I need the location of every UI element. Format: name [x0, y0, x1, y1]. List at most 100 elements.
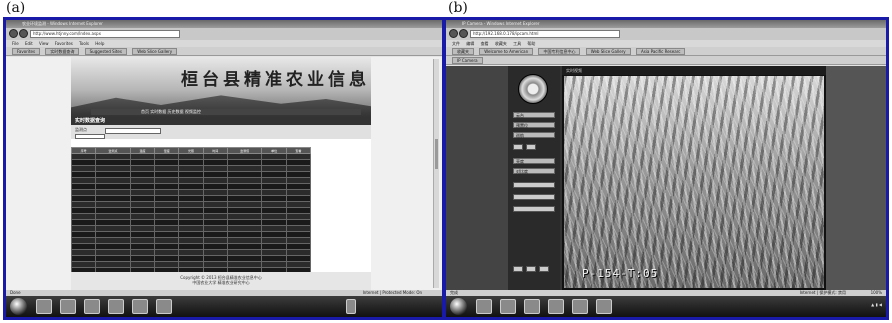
ie-taskbar-icon[interactable]: [476, 299, 492, 314]
start-button[interactable]: [10, 298, 27, 315]
favorite-link-2[interactable]: Suggested Sites: [84, 48, 127, 55]
favorite-link-3[interactable]: Web Slice Gallery: [132, 48, 178, 55]
explorer-taskbar-icon[interactable]: [60, 299, 76, 314]
camera-control-panel: 云台 预置位 巡航 亮度 对比度: [508, 66, 560, 290]
page-content: 桓台县精准农业信息中心 首页 实时数据 历史数据 视频监控 实时数据查询 监测点…: [70, 57, 371, 290]
web-page-a: 桓台县精准农业信息中心 首页 实时数据 历史数据 视频监控 实时数据查询 监测点…: [6, 57, 442, 290]
menu-help[interactable]: 帮助: [527, 41, 535, 46]
query-button[interactable]: [75, 134, 105, 139]
control-cruise[interactable]: 巡航: [513, 132, 555, 138]
ptz-joystick-icon[interactable]: [518, 74, 548, 104]
forward-icon[interactable]: [19, 29, 28, 38]
favorites-bar: 收藏夹 Welcome to American 中国专利信息中心 Web Sli…: [446, 47, 886, 56]
control-pan[interactable]: 云台: [513, 112, 555, 118]
media-taskbar-icon[interactable]: [84, 299, 100, 314]
favorites-button[interactable]: Favorites: [12, 48, 41, 55]
address-bar-row: http://192.168.0.178/ipcam.html: [446, 28, 886, 40]
panel-label-a: (a): [6, 0, 26, 16]
control-contrast[interactable]: 对比度: [513, 168, 555, 174]
table-body: [70, 153, 312, 274]
left-margin: [446, 66, 508, 290]
ctrl-button[interactable]: [539, 266, 549, 272]
station-select[interactable]: [105, 128, 161, 134]
video-header: 实时视频: [562, 66, 826, 75]
menu-file[interactable]: File: [12, 41, 19, 46]
app-taskbar-icon[interactable]: [524, 299, 540, 314]
filter-label: 监测点: [75, 127, 87, 132]
app-taskbar-icon[interactable]: [596, 299, 612, 314]
ctrl-button[interactable]: [513, 266, 523, 272]
tab-row: IP Camera: [446, 56, 886, 65]
menu-favorites[interactable]: 收藏夹: [495, 41, 507, 46]
ctrl-button[interactable]: [513, 182, 555, 188]
forward-icon[interactable]: [459, 29, 468, 38]
window-titlebar: IP Camera - Windows Internet Explorer: [446, 20, 886, 28]
menu-bar: File Edit View Favorites Tools Help: [6, 40, 442, 47]
page-footer: Copyright © 2013 桓台县精准农业信息中心 中国农业大学 精准农业…: [71, 272, 371, 290]
favorite-link-2[interactable]: 中国专利信息中心: [538, 48, 581, 55]
filter-row: 监测点: [71, 125, 371, 139]
start-button[interactable]: [450, 298, 467, 315]
menu-help[interactable]: Help: [95, 41, 104, 46]
favorite-link-4[interactable]: Asia Pacific Researc: [635, 48, 686, 55]
favorites-button[interactable]: 收藏夹: [452, 48, 474, 55]
status-text: 完成: [450, 290, 458, 295]
system-tray[interactable]: ▲ ▮ ◀: [871, 302, 882, 307]
ctrl-button[interactable]: [513, 206, 555, 212]
vertical-scrollbar[interactable]: [433, 59, 439, 288]
panel-label-b: (b): [448, 0, 468, 16]
app-taskbar-icon[interactable]: [156, 299, 172, 314]
menu-view[interactable]: 查看: [481, 41, 489, 46]
footer-org: 中国农业大学 精准农业研究中心: [192, 280, 250, 285]
explorer-taskbar-icon[interactable]: [500, 299, 516, 314]
control-preset[interactable]: 预置位: [513, 122, 555, 128]
ctrl-button[interactable]: [526, 266, 536, 272]
menu-edit[interactable]: 编辑: [466, 41, 474, 46]
address-bar-row: http://www.htjnny.com/Index.aspx: [6, 28, 442, 40]
back-icon[interactable]: [449, 29, 458, 38]
favorite-link-1[interactable]: Welcome to American: [479, 48, 534, 55]
ctrl-button[interactable]: [513, 144, 523, 150]
favorites-bar: Favorites 实时数据查询 Suggested Sites Web Sli…: [6, 47, 442, 56]
section-title: 实时数据查询: [71, 117, 371, 125]
url-input[interactable]: http://www.htjnny.com/Index.aspx: [30, 30, 180, 38]
menu-edit[interactable]: Edit: [25, 41, 33, 46]
control-brightness[interactable]: 亮度: [513, 158, 555, 164]
menu-file[interactable]: 文件: [452, 41, 460, 46]
taskbar: ▲ ▮ ◀: [446, 296, 886, 317]
site-banner: 桓台县精准农业信息中心 首页 实时数据 历史数据 视频监控: [71, 57, 371, 117]
tab-ip-camera[interactable]: IP Camera: [452, 57, 483, 64]
back-icon[interactable]: [9, 29, 18, 38]
screenshot-a: 农业环境监测 - Windows Internet Explorer http:…: [6, 20, 442, 317]
right-margin: [826, 66, 886, 290]
ie-taskbar-icon[interactable]: [36, 299, 52, 314]
app-taskbar-icon[interactable]: [548, 299, 564, 314]
site-nav[interactable]: 首页 实时数据 历史数据 视频监控: [91, 109, 361, 115]
menu-favorites[interactable]: Favorites: [55, 41, 73, 46]
web-page-b: 云台 预置位 巡航 亮度 对比度 实时视频 P-154-T:05: [446, 66, 886, 290]
app-taskbar-icon[interactable]: [108, 299, 124, 314]
status-text: Done: [10, 290, 21, 295]
figure-frame: 农业环境监测 - Windows Internet Explorer http:…: [3, 17, 889, 320]
window-titlebar: 农业环境监测 - Windows Internet Explorer: [6, 20, 442, 28]
data-table: 序号 监测点 温度 湿度 光照 时间 监测值 单位 查看: [70, 147, 312, 274]
app-taskbar-icon[interactable]: [132, 299, 148, 314]
menu-bar: 文件 编辑 查看 收藏夹 工具 帮助: [446, 40, 886, 47]
menu-view[interactable]: View: [39, 41, 49, 46]
video-panel: 实时视频 P-154-T:05: [562, 66, 826, 290]
ctrl-button[interactable]: [526, 144, 536, 150]
menu-tools[interactable]: 工具: [513, 41, 521, 46]
site-title: 桓台县精准农业信息中心: [181, 70, 371, 90]
taskbar: [6, 296, 442, 317]
favorite-link-3[interactable]: Web Slice Gallery: [585, 48, 631, 55]
tray-icon[interactable]: [346, 299, 356, 314]
url-input[interactable]: http://192.168.0.178/ipcam.html: [470, 30, 620, 38]
menu-tools[interactable]: Tools: [79, 41, 89, 46]
camera-overlay-text: P-154-T:05: [582, 267, 659, 280]
scroll-thumb[interactable]: [435, 139, 438, 169]
live-camera-feed: P-154-T:05: [564, 76, 824, 288]
app-taskbar-icon[interactable]: [572, 299, 588, 314]
screenshot-b: IP Camera - Windows Internet Explorer ht…: [446, 20, 886, 317]
ctrl-button[interactable]: [513, 194, 555, 200]
favorite-link-1[interactable]: 实时数据查询: [45, 48, 80, 55]
